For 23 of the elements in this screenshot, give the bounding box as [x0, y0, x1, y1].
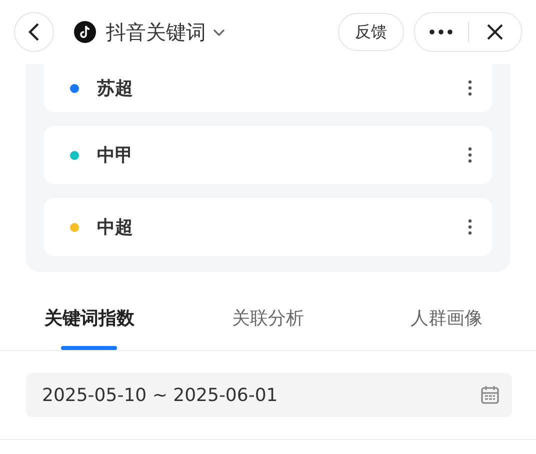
tab-underline [61, 346, 118, 350]
feedback-button[interactable]: 反馈 [338, 13, 404, 51]
keyword-card[interactable]: 苏超 [44, 64, 492, 112]
vertical-more-icon[interactable] [468, 219, 472, 235]
keyword-name: 苏超 [97, 77, 134, 100]
close-icon [486, 23, 504, 41]
date-range-field[interactable]: 2025-05-10 ~ 2025-06-01 [26, 373, 512, 417]
title-dropdown[interactable]: 抖音关键词 [106, 18, 226, 46]
keyword-name: 中甲 [97, 144, 134, 167]
keyword-card[interactable]: 中甲 [44, 126, 492, 184]
more-icon [429, 29, 454, 35]
keyword-name: 中超 [97, 216, 134, 239]
chevron-down-icon [212, 27, 226, 37]
music-note-logo-icon [74, 21, 96, 43]
calendar-icon [480, 385, 500, 405]
tab[interactable]: 人群画像 [357, 300, 536, 350]
tab[interactable]: 关联分析 [178, 300, 358, 350]
vertical-more-icon[interactable] [468, 80, 472, 96]
tab[interactable]: 关键词指数 [0, 300, 179, 350]
back-icon [27, 22, 41, 42]
keyword-card[interactable]: 中超 [44, 198, 492, 256]
vertical-more-icon[interactable] [468, 147, 472, 163]
back-button[interactable] [14, 12, 54, 52]
